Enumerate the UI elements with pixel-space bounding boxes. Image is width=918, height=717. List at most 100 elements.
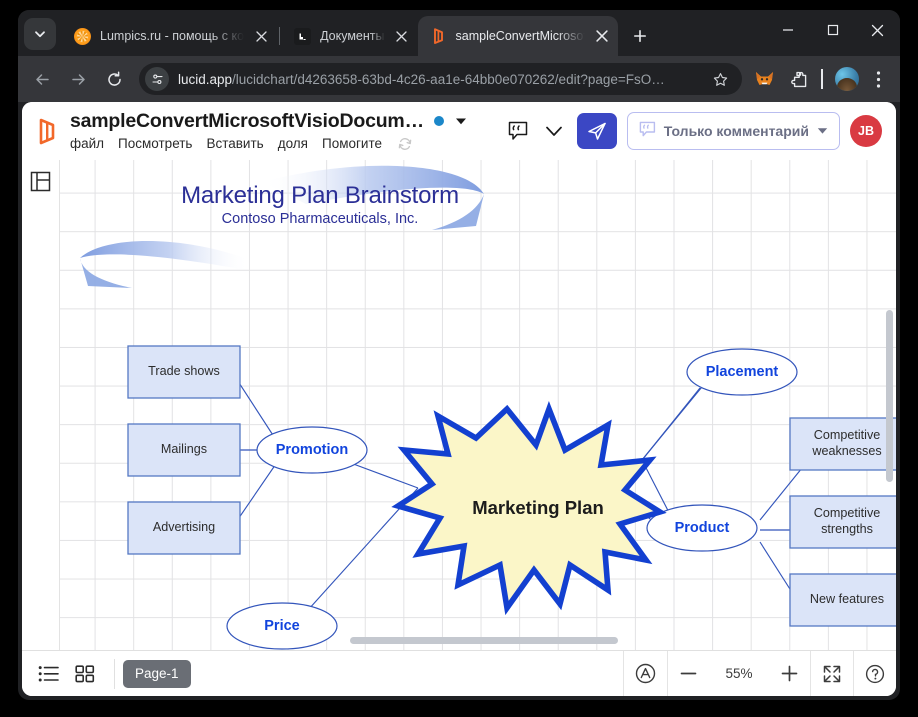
metamask-fox-icon[interactable] — [751, 66, 777, 92]
page-content: sampleConvertMicrosoftVisioDocum… файл П… — [22, 102, 896, 696]
browser-tab-2[interactable]: Документы — [282, 16, 417, 56]
list-view-icon[interactable] — [34, 661, 64, 687]
tab-close-button[interactable] — [251, 26, 271, 46]
tab-title: sampleConvertMicrosoftV — [455, 29, 585, 43]
arrow-left-icon — [35, 73, 49, 85]
tab-separator — [279, 27, 281, 45]
app-menu-bar: файл Посмотреть Вставить доля Помогите — [70, 135, 468, 153]
diagram-subtitle: Contoso Pharmaceuticals, Inc. — [221, 211, 419, 227]
node-ellipse-promotion — [256, 426, 368, 474]
grid-view-icon[interactable] — [70, 661, 100, 687]
arrow-right-icon — [71, 73, 85, 85]
diagram-vector-layer — [80, 165, 896, 650]
diagram-canvas: Marketing Plan Brainstorm Contoso Pharma… — [60, 160, 896, 650]
menu-item-insert[interactable]: Вставить — [206, 136, 263, 151]
close-icon — [871, 24, 884, 36]
profile-avatar[interactable] — [835, 67, 859, 91]
tab-title: Lumpics.ru - помощь с ко — [100, 29, 245, 43]
tab-search-button[interactable] — [24, 18, 56, 50]
chevron-down-icon[interactable] — [454, 114, 468, 128]
tab-close-button[interactable] — [592, 26, 612, 46]
diagram-title-block: Marketing Plan Brainstorm Contoso Pharma… — [120, 182, 520, 227]
chevron-down-icon — [35, 31, 45, 38]
documents-icon — [294, 27, 312, 45]
tab-title: Документы — [320, 29, 385, 43]
app-header: sampleConvertMicrosoftVisioDocum… файл П… — [22, 102, 896, 160]
page-tab-page-1[interactable]: Page-1 — [123, 659, 191, 688]
canvas-area[interactable]: Marketing Plan Brainstorm Contoso Pharma… — [60, 160, 896, 650]
forward-button[interactable] — [63, 64, 93, 94]
zoom-level: 55% — [709, 651, 769, 696]
fit-screen-icon — [823, 665, 841, 682]
node-ellipse-placement — [686, 348, 798, 396]
browser-toolbar: lucid.app/lucidchart/d4263658-63bd-4c26-… — [18, 56, 900, 102]
menu-item-share[interactable]: доля — [278, 136, 308, 151]
toolbar-divider — [114, 658, 115, 689]
caret-down-icon — [817, 122, 828, 140]
browser-tab-strip: Lumpics.ru - помощь с ко Документы sampl… — [18, 10, 900, 56]
zoom-in-button[interactable] — [769, 651, 810, 696]
lucid-logo-icon[interactable] — [32, 115, 62, 147]
swoosh-decoration-bottom — [80, 241, 250, 270]
close-icon — [595, 30, 608, 42]
maximize-icon — [827, 24, 838, 36]
browser-tab-3[interactable]: sampleConvertMicrosoftV — [417, 16, 618, 56]
reload-button[interactable] — [99, 64, 129, 94]
vertical-scrollbar[interactable] — [886, 310, 893, 482]
star-icon[interactable] — [708, 67, 732, 91]
left-rail — [22, 160, 60, 650]
comment-quote-icon — [639, 121, 656, 142]
page-title[interactable]: sampleConvertMicrosoftVisioDocum… — [70, 110, 424, 133]
kebab-menu-icon[interactable] — [865, 66, 891, 92]
node-box-competitive-weaknesses — [789, 417, 896, 471]
zoom-level-text: 55% — [725, 666, 753, 681]
menu-item-file[interactable]: файл — [70, 136, 104, 151]
help-button[interactable] — [853, 651, 896, 696]
node-ellipse-price — [226, 602, 338, 650]
plus-icon — [781, 665, 798, 682]
menu-item-view[interactable]: Посмотреть — [118, 136, 192, 151]
node-box-competitive-strengths — [789, 495, 896, 549]
plus-icon — [633, 30, 646, 42]
editor-body: Marketing Plan Brainstorm Contoso Pharma… — [22, 160, 896, 650]
menu-item-help[interactable]: Помогите — [322, 136, 382, 151]
sync-refresh-icon[interactable] — [396, 135, 414, 153]
node-star-marketing-plan — [391, 401, 667, 616]
new-tab-button[interactable] — [626, 22, 654, 50]
minimize-icon — [782, 29, 793, 31]
extensions-puzzle-icon[interactable] — [786, 66, 812, 92]
address-bar[interactable]: lucid.app/lucidchart/d4263658-63bd-4c26-… — [139, 63, 742, 95]
layout-panel-icon[interactable] — [30, 170, 52, 192]
horizontal-scrollbar[interactable] — [350, 637, 618, 644]
help-question-icon — [865, 664, 885, 683]
zoom-out-button[interactable] — [667, 651, 709, 696]
back-button[interactable] — [27, 64, 57, 94]
permission-dropdown[interactable]: Только комментарий — [626, 112, 840, 150]
fit-screen-button[interactable] — [810, 651, 853, 696]
close-icon — [396, 30, 407, 42]
orange-citrus-icon — [74, 27, 91, 45]
permission-label: Только комментарий — [663, 123, 809, 139]
annotate-button[interactable] — [623, 651, 667, 696]
tab-close-button[interactable] — [392, 26, 412, 46]
chevron-down-icon[interactable] — [541, 118, 567, 144]
maximize-button[interactable] — [810, 11, 855, 49]
avatar[interactable]: JB — [850, 115, 882, 147]
status-badge — [433, 116, 444, 126]
url-path: /lucidchart/d4263658-63bd-4c26-aa1e-64bb… — [232, 71, 665, 87]
share-button[interactable] — [576, 113, 617, 149]
page-settings-icon[interactable] — [145, 67, 169, 91]
comment-quote-icon[interactable] — [505, 118, 531, 144]
reload-icon — [107, 71, 121, 86]
browser-window: Lumpics.ru - помощь с ко Документы sampl… — [18, 10, 900, 700]
node-box-trade-shows — [127, 345, 241, 399]
app-header-actions: Только комментарий JB — [505, 112, 882, 150]
close-window-button[interactable] — [855, 11, 900, 49]
url-domain: lucid.app — [178, 71, 233, 87]
node-box-mailings — [127, 423, 241, 477]
node-box-advertising — [127, 501, 241, 555]
address-bar-text: lucid.app/lucidchart/d4263658-63bd-4c26-… — [178, 72, 708, 87]
minimize-button[interactable] — [765, 11, 810, 49]
browser-tab-1[interactable]: Lumpics.ru - помощь с ко — [62, 16, 277, 56]
bottom-toolbar: Page-1 55% — [22, 650, 896, 696]
